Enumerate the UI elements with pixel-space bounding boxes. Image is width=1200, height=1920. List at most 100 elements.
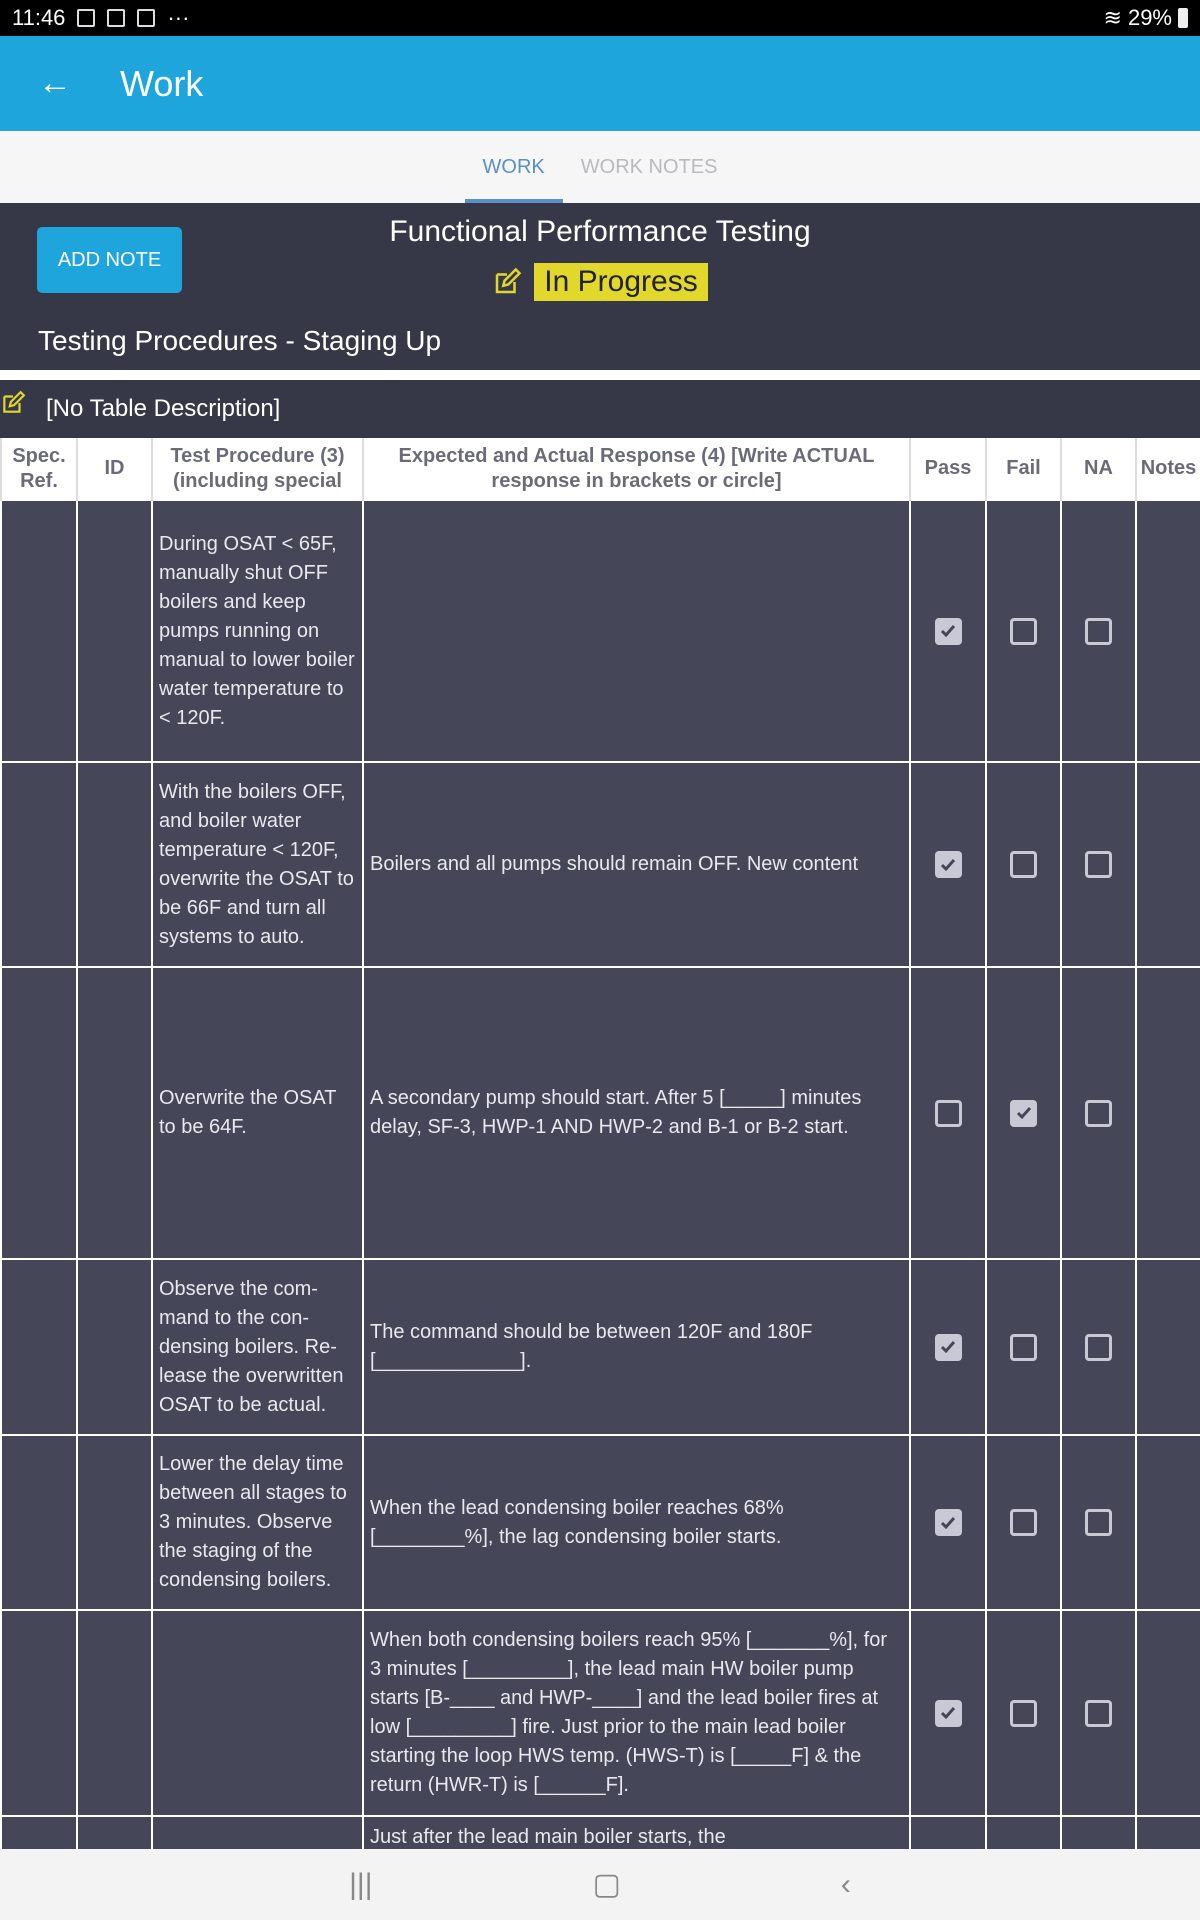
pass-checkbox[interactable]: [934, 1699, 962, 1727]
cell-pass: [909, 1258, 987, 1436]
cell-fail: [985, 761, 1062, 968]
table-row: Lower the delay time between all stages …: [0, 1434, 1200, 1611]
fail-checkbox[interactable]: [1010, 1509, 1037, 1536]
cell-response[interactable]: A secondary pump should start. After 5 […: [362, 966, 911, 1260]
fail-checkbox[interactable]: [1010, 1333, 1037, 1361]
cell-fail: [985, 1815, 1062, 1849]
app-bar: ← Work: [0, 36, 1200, 131]
pass-checkbox[interactable]: [934, 1099, 962, 1127]
cell-notes[interactable]: [1135, 1434, 1200, 1611]
table-row: Just after the lead main boiler starts, …: [0, 1815, 1200, 1849]
cell-na: [1060, 1609, 1137, 1817]
checkmark-icon: [940, 625, 956, 638]
na-checkbox[interactable]: [1085, 1699, 1112, 1727]
pass-checkbox[interactable]: [934, 1509, 962, 1536]
tab-work[interactable]: WORK: [464, 131, 563, 203]
tab-bar: WORK WORK NOTES: [0, 131, 1200, 203]
na-checkbox[interactable]: [1085, 617, 1112, 645]
cell-na: [1060, 1815, 1137, 1849]
recent-apps-icon[interactable]: |||: [349, 1868, 372, 1902]
nav-back-icon[interactable]: ‹: [841, 1868, 851, 1902]
cell-fail: [985, 966, 1062, 1260]
fail-checkbox[interactable]: [1010, 617, 1037, 645]
table-scroll[interactable]: Spec. Ref. ID Test Procedure (3) (includin…: [0, 438, 1200, 1849]
form-header: ADD NOTE Functional Performance Testing …: [0, 203, 1200, 370]
cell-notes[interactable]: [1135, 761, 1200, 968]
cell-id: [76, 1258, 153, 1436]
pass-checkbox[interactable]: [934, 617, 962, 645]
cell-notes[interactable]: [1135, 1258, 1200, 1436]
na-checkbox[interactable]: [1085, 1509, 1112, 1536]
back-arrow-icon[interactable]: ←: [38, 64, 78, 103]
cell-response[interactable]: Boilers and all pumps should remain OFF.…: [362, 761, 911, 968]
cell-na: [1060, 1434, 1137, 1611]
cell-spec: [0, 499, 78, 763]
cell-procedure: [151, 1815, 364, 1849]
edit-description-icon[interactable]: [0, 390, 26, 416]
table-description[interactable]: [No Table Description]: [46, 395, 280, 423]
cell-spec: [0, 1815, 78, 1849]
cell-na: [1060, 1258, 1137, 1436]
col-pass-header: Pass: [909, 438, 987, 500]
na-checkbox[interactable]: [1085, 851, 1112, 878]
cell-pass: [909, 1434, 987, 1611]
status-bar: 11:46 ··· ≋ 29%: [0, 0, 1200, 36]
cell-spec: [0, 1609, 78, 1817]
pass-checkbox[interactable]: [934, 851, 962, 878]
cell-id: [76, 499, 153, 763]
test-table: Spec. Ref. ID Test Procedure (3) (includin…: [0, 438, 1200, 1849]
cell-notes[interactable]: [1135, 1609, 1200, 1817]
cell-response[interactable]: Just after the lead main boiler starts, …: [362, 1815, 911, 1849]
cell-notes[interactable]: [1135, 966, 1200, 1260]
clock: 11:46: [12, 5, 66, 30]
home-icon[interactable]: ▢: [593, 1867, 621, 1902]
more-notifications-icon: ···: [167, 5, 190, 30]
pass-checkbox[interactable]: [934, 1333, 962, 1361]
na-checkbox[interactable]: [1085, 1333, 1112, 1361]
outlook-icon: [107, 9, 126, 27]
cell-id: [76, 966, 153, 1260]
cell-pass: [909, 761, 987, 968]
cell-procedure: Lower the delay time between all stages …: [151, 1434, 364, 1611]
checkmark-icon: [1016, 1107, 1031, 1120]
fail-checkbox[interactable]: [1010, 1099, 1037, 1127]
checkmark-icon: [940, 858, 956, 871]
table-description-bar: [No Table Description]: [0, 380, 1200, 438]
cell-notes[interactable]: [1135, 1815, 1200, 1849]
cell-response[interactable]: When the lead condensing boiler reaches …: [362, 1434, 911, 1611]
col-test-procedure-header: Test Procedure (3) (including special: [151, 438, 364, 500]
battery-icon: [1178, 8, 1188, 28]
cell-response[interactable]: When both condensing boilers reach 95% […: [362, 1609, 911, 1817]
table-row: Overwrite the OSAT to be 64F. A secondary…: [0, 966, 1200, 1260]
fail-checkbox[interactable]: [1010, 1699, 1037, 1727]
gmail-icon: [137, 9, 156, 27]
edit-status-icon[interactable]: [492, 267, 522, 297]
table-row: With the boilers OFF, and boiler water t…: [0, 761, 1200, 968]
cell-procedure: During OSAT < 65F, manually shut OFF boi…: [151, 499, 364, 763]
cell-response[interactable]: [362, 499, 911, 763]
col-id-header: ID: [76, 438, 153, 500]
cell-procedure: Observe the com-mand to the con-densing …: [151, 1258, 364, 1436]
cell-fail: [985, 499, 1062, 763]
cell-fail: [985, 1609, 1062, 1817]
checkmark-icon: [940, 1341, 956, 1354]
tab-work-notes[interactable]: WORK NOTES: [563, 131, 736, 203]
cell-notes[interactable]: [1135, 499, 1200, 763]
cell-procedure: Overwrite the OSAT to be 64F.: [151, 966, 364, 1260]
cell-response[interactable]: The command should be between 120F and 1…: [362, 1258, 911, 1436]
cell-spec: [0, 1434, 78, 1611]
cell-na: [1060, 761, 1137, 968]
section-title: Testing Procedures - Staging Up: [38, 325, 442, 356]
cell-spec: [0, 761, 78, 968]
battery-percent: 29%: [1127, 5, 1172, 30]
na-checkbox[interactable]: [1085, 1099, 1112, 1127]
cell-procedure: With the boilers OFF, and boiler water t…: [151, 761, 364, 968]
cell-spec: [0, 1258, 78, 1436]
cell-procedure: [151, 1609, 364, 1817]
page-title: Work: [120, 62, 204, 104]
status-badge[interactable]: In Progress: [534, 263, 708, 301]
fail-checkbox[interactable]: [1010, 851, 1037, 878]
cell-spec: [0, 966, 78, 1260]
cell-pass: [909, 966, 987, 1260]
cell-fail: [985, 1258, 1062, 1436]
